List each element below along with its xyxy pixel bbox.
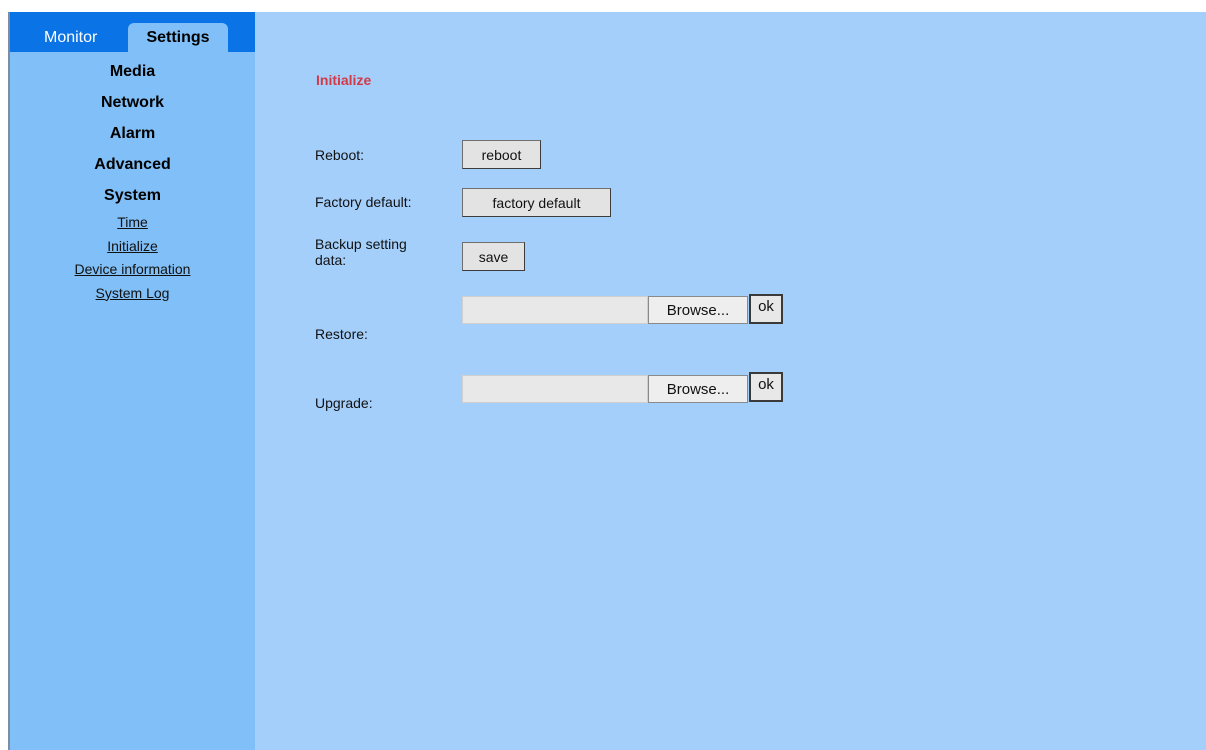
reboot-button[interactable]: reboot	[462, 140, 541, 169]
sidebar: Monitor Settings Media Network Alarm Adv…	[10, 12, 255, 750]
settings-menu: Media Network Alarm Advanced System Time…	[10, 56, 255, 305]
upgrade-ok-button[interactable]: ok	[749, 372, 783, 402]
tab-monitor[interactable]: Monitor	[34, 23, 124, 52]
tab-bar: Monitor Settings	[10, 12, 255, 52]
factory-default-button[interactable]: factory default	[462, 188, 611, 217]
restore-file-picker: Browse...	[462, 296, 748, 324]
restore-label: Restore:	[315, 326, 368, 342]
menu-section-media[interactable]: Media	[10, 56, 255, 87]
menu-link-initialize[interactable]: Initialize	[10, 235, 255, 259]
backup-setting-label-line2: data:	[315, 252, 347, 268]
upgrade-file-path-field[interactable]	[462, 375, 648, 403]
menu-section-alarm[interactable]: Alarm	[10, 118, 255, 149]
backup-setting-label-line1: Backup setting	[315, 236, 407, 252]
menu-section-network[interactable]: Network	[10, 87, 255, 118]
menu-link-time[interactable]: Time	[10, 211, 255, 235]
menu-section-system[interactable]: System	[10, 180, 255, 211]
menu-link-device-information[interactable]: Device information	[10, 258, 255, 282]
backup-setting-label: Backup setting data:	[315, 236, 407, 268]
restore-file-path-field[interactable]	[462, 296, 648, 324]
upgrade-file-picker: Browse...	[462, 375, 748, 403]
upgrade-browse-button[interactable]: Browse...	[648, 375, 748, 403]
reboot-label: Reboot:	[315, 147, 365, 163]
page-title: Initialize	[316, 72, 372, 88]
app-frame: Monitor Settings Media Network Alarm Adv…	[8, 12, 1206, 750]
tab-settings[interactable]: Settings	[128, 23, 228, 52]
upgrade-label: Upgrade:	[315, 395, 373, 411]
restore-ok-button[interactable]: ok	[749, 294, 783, 324]
restore-browse-button[interactable]: Browse...	[648, 296, 748, 324]
factory-default-label: Factory default:	[315, 194, 412, 210]
menu-section-advanced[interactable]: Advanced	[10, 149, 255, 180]
menu-link-system-log[interactable]: System Log	[10, 282, 255, 306]
backup-save-button[interactable]: save	[462, 242, 525, 271]
